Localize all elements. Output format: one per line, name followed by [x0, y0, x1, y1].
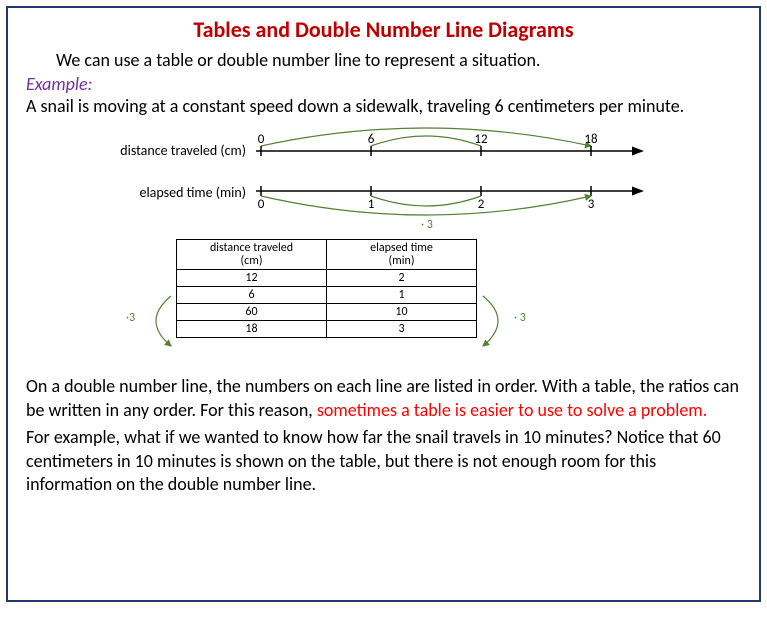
double-number-line-diagram: distance traveled (cm) 0 6 12 18: [26, 124, 741, 229]
intro-text: We can use a table or double number line…: [56, 49, 741, 71]
left-multiplier: ·3: [126, 311, 135, 325]
highlighted-text: sometimes a table is easier to use to so…: [317, 399, 707, 421]
time-tick-1: 1: [361, 197, 381, 212]
distance-tick-2: 12: [471, 132, 491, 147]
table-header-time: elapsed time (min): [327, 240, 477, 270]
ratio-table-section: distance traveled (cm) elapsed time (min…: [26, 231, 741, 371]
bottom-arc-multiplier: · 3: [421, 218, 433, 232]
time-tick-2: 2: [471, 197, 491, 212]
example-label: Example:: [26, 73, 741, 95]
explanation-paragraph-2: For example, what if we wanted to know h…: [26, 426, 741, 496]
example-text: A snail is moving at a constant speed do…: [26, 95, 741, 118]
table-row: 6010: [177, 304, 477, 321]
table-row: 61: [177, 287, 477, 304]
explanation-paragraph-1: On a double number line, the numbers on …: [26, 375, 741, 422]
distance-axis-label: distance traveled (cm): [66, 142, 246, 159]
time-tick-3: 3: [581, 197, 601, 212]
page-title: Tables and Double Number Line Diagrams: [26, 16, 741, 43]
table-row: 183: [177, 321, 477, 338]
table-row: 122: [177, 270, 477, 287]
distance-tick-0: 0: [251, 132, 271, 147]
right-multiplier: · 3: [514, 311, 526, 325]
time-axis-label: elapsed time (min): [66, 184, 246, 201]
time-tick-0: 0: [251, 197, 271, 212]
document-frame: Tables and Double Number Line Diagrams W…: [6, 6, 761, 602]
table-header-distance: distance traveled (cm): [177, 240, 327, 270]
distance-tick-3: 18: [581, 132, 601, 147]
distance-tick-1: 6: [361, 132, 381, 147]
ratio-table: distance traveled (cm) elapsed time (min…: [176, 239, 477, 338]
